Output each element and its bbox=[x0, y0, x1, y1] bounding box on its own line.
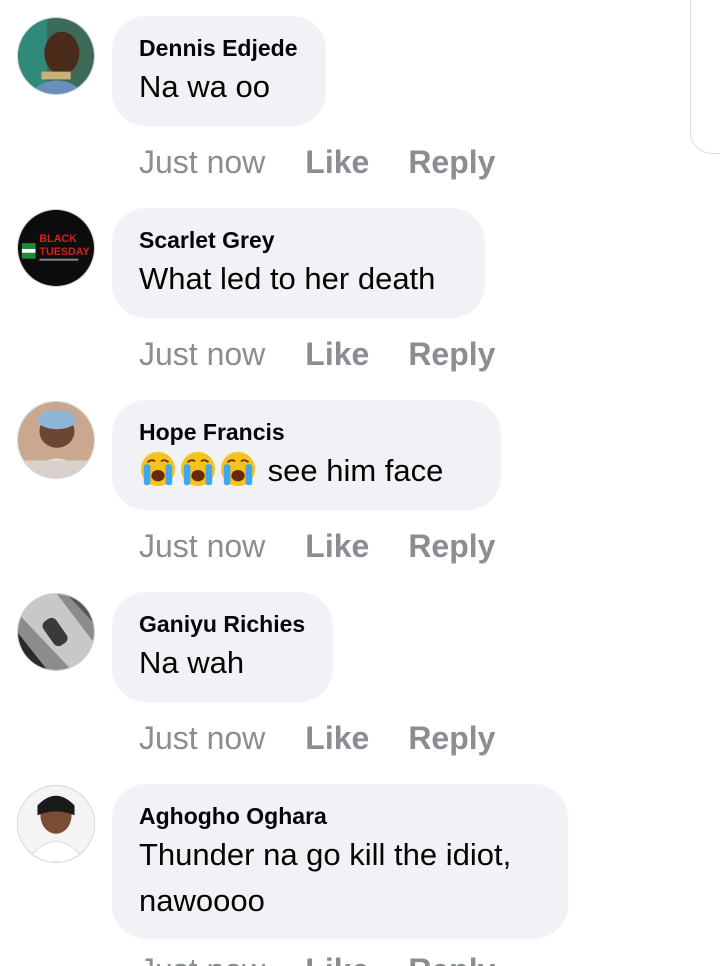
comment-bubble: Scarlet Grey What led to her death bbox=[112, 208, 485, 318]
avatar-poster-text: TUESDAY bbox=[39, 246, 89, 258]
comment-bubble: Aghogho Oghara Thunder na go kill the id… bbox=[112, 784, 568, 939]
comment-actions: Just now Like Reply bbox=[139, 526, 495, 566]
comment-text-line: Thunder na go kill the idiot, bbox=[139, 837, 512, 872]
comment-text: Na wah bbox=[139, 645, 245, 680]
avatar-poster-text: BLACK bbox=[39, 233, 77, 245]
avatar[interactable] bbox=[17, 785, 95, 863]
like-button[interactable]: Like bbox=[305, 950, 369, 966]
reply-button[interactable]: Reply bbox=[408, 950, 495, 966]
crying-face-icon bbox=[219, 450, 257, 488]
comment-author[interactable]: Hope Francis bbox=[139, 418, 474, 446]
reply-button[interactable]: Reply bbox=[408, 718, 495, 758]
comment-bubble: Hope Francis see him face bbox=[112, 400, 501, 510]
crying-face-icon bbox=[179, 450, 217, 488]
comment-timestamp[interactable]: Just now bbox=[139, 334, 265, 374]
comment-author[interactable]: Aghogho Oghara bbox=[139, 802, 541, 830]
comment-timestamp[interactable]: Just now bbox=[139, 526, 265, 566]
comment-timestamp[interactable]: Just now bbox=[139, 950, 265, 966]
reply-button[interactable]: Reply bbox=[408, 334, 495, 374]
crying-face-icon bbox=[139, 450, 177, 488]
comment-actions-clipped: Just now Like Reply bbox=[139, 950, 539, 966]
avatar[interactable] bbox=[17, 401, 95, 479]
comment-author[interactable]: Ganiyu Richies bbox=[139, 610, 306, 638]
comment-timestamp[interactable]: Just now bbox=[139, 142, 265, 182]
comment-text: Thunder na go kill the idiot, nawoooo bbox=[139, 832, 541, 924]
comment-timestamp[interactable]: Just now bbox=[139, 718, 265, 758]
comment-author[interactable]: Scarlet Grey bbox=[139, 226, 458, 254]
comment-text: Na wa oo bbox=[139, 69, 270, 104]
avatar[interactable] bbox=[17, 17, 95, 95]
comment-actions: Just now Like Reply bbox=[139, 334, 495, 374]
like-button[interactable]: Like bbox=[305, 718, 369, 758]
like-button[interactable]: Like bbox=[305, 526, 369, 566]
comment-text: What led to her death bbox=[139, 261, 436, 296]
comment-text: see him face bbox=[139, 448, 474, 494]
comment-text-content: see him face bbox=[267, 453, 444, 488]
comment-author[interactable]: Dennis Edjede bbox=[139, 34, 299, 62]
avatar[interactable] bbox=[17, 593, 95, 671]
comment-actions: Just now Like Reply bbox=[139, 718, 495, 758]
comment-bubble: Ganiyu Richies Na wah bbox=[112, 592, 333, 702]
reply-button[interactable]: Reply bbox=[408, 142, 495, 182]
comment-bubble: Dennis Edjede Na wa oo bbox=[112, 16, 326, 126]
like-button[interactable]: Like bbox=[305, 142, 369, 182]
reply-button[interactable]: Reply bbox=[408, 526, 495, 566]
comment-actions: Just now Like Reply bbox=[139, 950, 495, 966]
comment-actions: Just now Like Reply bbox=[139, 142, 495, 182]
comment-text-line: nawoooo bbox=[139, 883, 265, 918]
like-button[interactable]: Like bbox=[305, 334, 369, 374]
avatar[interactable]: BLACK TUESDAY bbox=[17, 209, 95, 287]
side-panel-edge bbox=[690, 0, 720, 154]
